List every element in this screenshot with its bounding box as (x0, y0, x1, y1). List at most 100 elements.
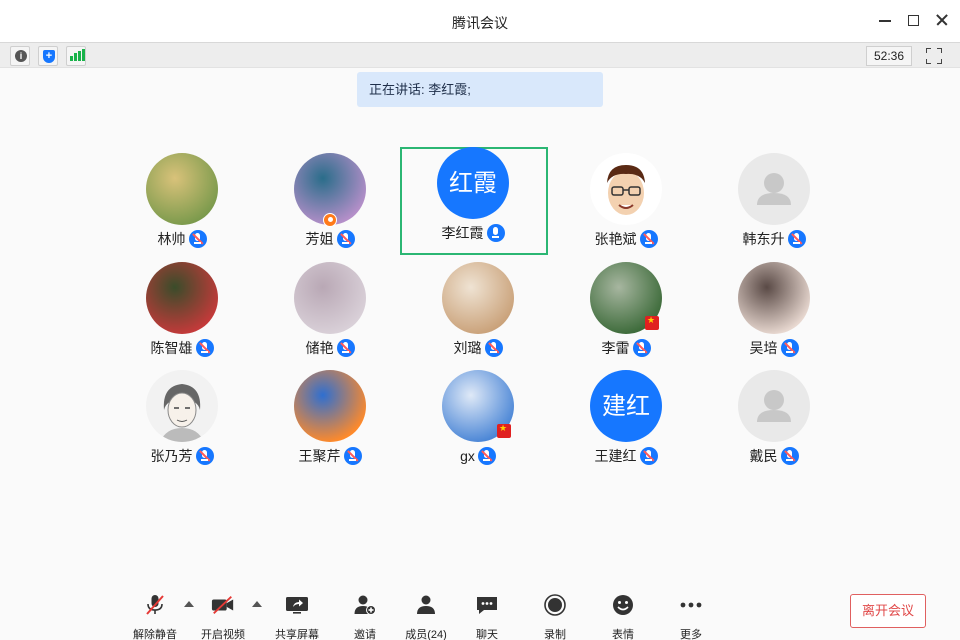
participant-name: 韩东升 (742, 231, 785, 248)
participant-tile[interactable]: 林帅 (109, 153, 255, 253)
microphone-muted-icon (188, 230, 207, 249)
avatar: 建红 (590, 370, 662, 442)
participant-tile[interactable]: 储艳 (257, 262, 403, 362)
participant-name-row: 吴培 (701, 336, 847, 358)
record-button[interactable]: 录制 (525, 592, 585, 640)
participant-tile[interactable]: 戴民 (701, 370, 847, 470)
host-badge-icon (323, 213, 337, 227)
participant-name-row: 储艳 (257, 336, 403, 358)
info-icon[interactable] (10, 46, 30, 66)
maximize-icon[interactable] (906, 12, 922, 28)
participant-name: 陈智雄 (150, 340, 193, 357)
participant-name-row: 戴民 (701, 444, 847, 466)
avatar (146, 153, 218, 225)
camera-off-icon (211, 596, 234, 614)
participant-tile[interactable]: 李雷 (553, 262, 699, 362)
avatar (738, 153, 810, 225)
participant-tile[interactable]: 红霞 李红霞 (400, 147, 548, 255)
speaking-name: 李红霞; (428, 82, 471, 97)
share-screen-icon (286, 597, 308, 614)
participant-tile[interactable]: 芳姐 (257, 153, 403, 253)
members-label: 成员(24) (405, 629, 447, 640)
participant-name-row: 王聚芹 (257, 444, 403, 466)
leave-meeting-button[interactable]: 离开会议 (850, 594, 926, 628)
participant-name-row: 李雷 (553, 336, 699, 358)
invite-label: 邀请 (354, 629, 376, 640)
video-options-chevron-icon[interactable] (252, 601, 262, 607)
fullscreen-icon[interactable] (926, 48, 942, 64)
share-screen-button[interactable]: 共享屏幕 (267, 592, 327, 640)
microphone-muted-icon (484, 339, 503, 358)
avatar (442, 262, 514, 334)
participant-tile[interactable]: 陈智雄 (109, 262, 255, 362)
more-label: 更多 (680, 629, 702, 640)
participant-tile[interactable]: 张艳斌 (553, 153, 699, 253)
participant-name: 芳姐 (305, 231, 334, 248)
network-signal-icon[interactable] (66, 46, 86, 66)
sketch-portrait-icon (160, 384, 204, 442)
microphone-icon (486, 224, 505, 243)
participant-name: 王建红 (594, 448, 637, 465)
avatar (738, 262, 810, 334)
unmute-label: 解除静音 (133, 629, 177, 640)
more-dots-icon (680, 602, 702, 608)
avatar-initials: 红霞 (449, 169, 497, 197)
chat-button[interactable]: 聊天 (457, 592, 517, 640)
minimize-icon[interactable] (877, 12, 893, 28)
emoji-button[interactable]: 表情 (593, 592, 653, 640)
microphone-muted-icon (780, 447, 799, 466)
participant-name: 李雷 (601, 340, 630, 357)
avatar (146, 262, 218, 334)
participant-name-row: 林帅 (109, 227, 255, 249)
meeting-toolbar: 解除静音 开启视频 共享屏幕 邀请 成员(24) 聊天 录制 表情 更多 (0, 584, 960, 640)
security-shield-icon[interactable] (38, 46, 58, 66)
participant-tile[interactable]: 吴培 (701, 262, 847, 362)
participant-name-row: 张乃芳 (109, 444, 255, 466)
microphone-muted-icon (632, 339, 651, 358)
microphone-muted-icon (787, 230, 806, 249)
avatar (738, 370, 810, 442)
microphone-muted-icon (146, 595, 164, 615)
smiley-icon (613, 595, 633, 615)
members-button[interactable]: 成员(24) (396, 592, 456, 640)
microphone-muted-icon (639, 230, 658, 249)
unmute-button[interactable]: 解除静音 (125, 592, 185, 640)
avatar: 红霞 (437, 147, 509, 219)
avatar (294, 262, 366, 334)
participant-tile[interactable]: 建红王建红 (553, 370, 699, 470)
participant-name-row: 芳姐 (257, 227, 403, 249)
participant-name: 王聚芹 (298, 448, 341, 465)
microphone-muted-icon (639, 447, 658, 466)
participant-name-row: gx (405, 444, 551, 466)
invite-button[interactable]: 邀请 (335, 592, 395, 640)
close-icon[interactable] (934, 12, 950, 28)
start-video-button[interactable]: 开启视频 (193, 592, 253, 640)
participant-name: 张艳斌 (594, 231, 637, 248)
avatar-initials: 建红 (602, 392, 650, 420)
members-icon (417, 595, 435, 614)
default-user-icon (757, 173, 791, 205)
record-label: 录制 (544, 629, 566, 640)
microphone-muted-icon (477, 447, 496, 466)
cartoon-face-icon (607, 165, 645, 215)
microphone-muted-icon (336, 339, 355, 358)
status-bar: 52:36 (0, 42, 960, 68)
participant-name: 张乃芳 (150, 448, 193, 465)
share-screen-label: 共享屏幕 (275, 629, 319, 640)
avatar (146, 370, 218, 442)
microphone-muted-icon (195, 339, 214, 358)
participant-tile[interactable]: 韩东升 (701, 153, 847, 253)
more-button[interactable]: 更多 (661, 592, 721, 640)
participant-name: 储艳 (305, 340, 334, 357)
participant-tile[interactable]: 张乃芳 (109, 370, 255, 470)
meeting-timer: 52:36 (866, 46, 912, 66)
title-bar: 腾讯会议 (0, 0, 960, 42)
speaking-prefix: 正在讲话: (369, 82, 429, 97)
chat-bubble-icon (477, 597, 497, 614)
add-user-icon (354, 595, 376, 615)
participant-tile[interactable]: 刘璐 (405, 262, 551, 362)
participant-tile[interactable]: 王聚芹 (257, 370, 403, 470)
start-video-label: 开启视频 (201, 629, 245, 640)
participant-name: 刘璐 (453, 340, 482, 357)
participant-tile[interactable]: gx (405, 370, 551, 470)
